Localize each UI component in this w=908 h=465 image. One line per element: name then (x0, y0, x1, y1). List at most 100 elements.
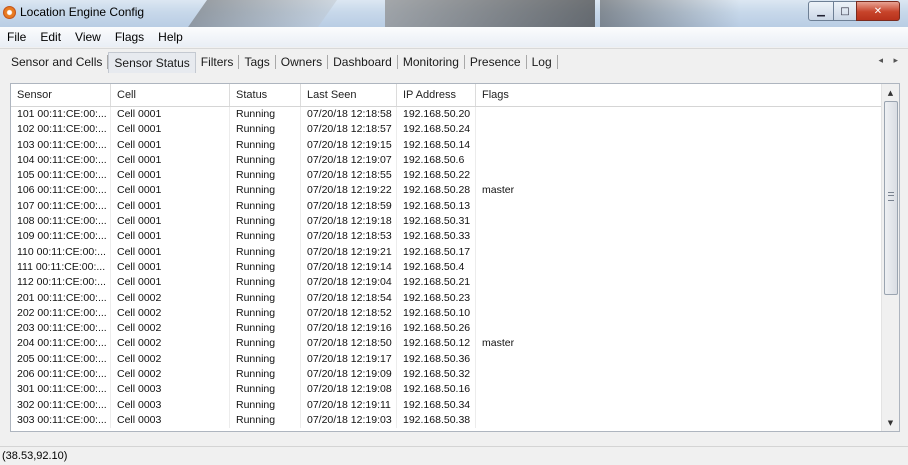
tab-monitoring[interactable]: Monitoring (398, 55, 465, 69)
cell-status: Running (230, 229, 301, 245)
cell-status: Running (230, 336, 301, 352)
cell-flags (476, 321, 881, 336)
title-bar-decoration (600, 0, 740, 27)
tab-sensor-status[interactable]: Sensor Status (108, 51, 196, 73)
table-row[interactable]: 303 00:11:CE:00:... Cell 0003 Running 07/20… (11, 412, 881, 429)
tab-scroll-arrows[interactable]: ◂ ▸ (878, 55, 902, 66)
cell-last-seen: 07/20/18 12:18:55 (301, 168, 397, 184)
cell-flags (476, 413, 881, 428)
scrollbar-thumb[interactable] (884, 101, 898, 295)
table-row[interactable]: 109 00:11:CE:00:... Cell 0001 Running 07/20… (11, 229, 881, 245)
menu-file[interactable]: File (0, 30, 33, 44)
grid-rows: 101 00:11:CE:00:... Cell 0001 Running 07/20… (11, 107, 881, 429)
cell-last-seen: 07/20/18 12:19:11 (301, 397, 397, 413)
tab-strip: Sensor and Cells Sensor Status Filters T… (0, 48, 908, 75)
cell-last-seen: 07/20/18 12:18:52 (301, 305, 397, 322)
table-row[interactable]: 110 00:11:CE:00:... Cell 0001 Running 07/20… (11, 244, 881, 260)
table-row[interactable]: 102 00:11:CE:00:... Cell 0001 Running 07/20… (11, 122, 881, 138)
table-row[interactable]: 105 00:11:CE:00:... Cell 0001 Running 07/20… (11, 168, 881, 184)
table-row[interactable]: 111 00:11:CE:00:... Cell 0001 Running 07/20… (11, 259, 881, 276)
column-header-ip-address[interactable]: IP Address (397, 84, 476, 106)
cell-flags (476, 122, 881, 137)
cell-flags (476, 214, 881, 229)
cell-cell: Cell 0002 (111, 336, 230, 352)
cell-status: Running (230, 275, 301, 291)
vertical-scrollbar[interactable]: ▲ ▼ (881, 84, 899, 431)
minimize-button[interactable]: ▁ (808, 1, 834, 21)
cell-flags (476, 153, 881, 168)
cell-status: Running (230, 168, 301, 184)
table-row[interactable]: 302 00:11:CE:00:... Cell 0003 Running 07/20… (11, 397, 881, 413)
scroll-down-button[interactable]: ▼ (882, 414, 899, 431)
menu-help[interactable]: Help (151, 30, 190, 44)
column-header-last-seen[interactable]: Last Seen (301, 84, 397, 106)
cell-ip-address: 192.168.50.12 (397, 336, 476, 352)
tab-owners[interactable]: Owners (276, 55, 329, 69)
table-row[interactable]: 106 00:11:CE:00:... Cell 0001 Running 07/20… (11, 183, 881, 199)
cell-sensor: 204 00:11:CE:00:... (11, 336, 111, 352)
menu-edit[interactable]: Edit (33, 30, 68, 44)
table-row[interactable]: 203 00:11:CE:00:... Cell 0002 Running 07/20… (11, 321, 881, 337)
cell-last-seen: 07/20/18 12:19:09 (301, 367, 397, 383)
table-row[interactable]: 104 00:11:CE:00:... Cell 0001 Running 07/20… (11, 152, 881, 169)
column-header-status[interactable]: Status (230, 84, 301, 106)
cell-sensor: 302 00:11:CE:00:... (11, 397, 111, 413)
tab-presence[interactable]: Presence (465, 55, 527, 69)
cell-sensor: 110 00:11:CE:00:... (11, 244, 111, 260)
cell-flags (476, 367, 881, 382)
cell-status: Running (230, 198, 301, 215)
cell-last-seen: 07/20/18 12:19:04 (301, 275, 397, 291)
cell-cell: Cell 0001 (111, 198, 230, 215)
tab-dashboard[interactable]: Dashboard (328, 55, 398, 69)
cell-ip-address: 192.168.50.21 (397, 275, 476, 291)
table-row[interactable]: 112 00:11:CE:00:... Cell 0001 Running 07/20… (11, 275, 881, 291)
cell-ip-address: 192.168.50.20 (397, 107, 476, 123)
cursor-coordinates: (38.53,92.10) (2, 450, 68, 462)
table-row[interactable]: 301 00:11:CE:00:... Cell 0003 Running 07/20… (11, 382, 881, 398)
cell-ip-address: 192.168.50.22 (397, 168, 476, 184)
cell-sensor: 111 00:11:CE:00:... (11, 259, 111, 276)
window-title: Location Engine Config (20, 5, 145, 19)
cell-status: Running (230, 259, 301, 276)
column-header-sensor[interactable]: Sensor (11, 84, 111, 106)
cell-status: Running (230, 137, 301, 153)
cell-flags (476, 306, 881, 321)
cell-ip-address: 192.168.50.6 (397, 152, 476, 169)
tab-tags[interactable]: Tags (239, 55, 276, 69)
cell-cell: Cell 0001 (111, 229, 230, 245)
table-row[interactable]: 107 00:11:CE:00:... Cell 0001 Running 07/20… (11, 198, 881, 215)
tab-log[interactable]: Log (527, 55, 558, 69)
table-row[interactable]: 101 00:11:CE:00:... Cell 0001 Running 07/20… (11, 107, 881, 123)
menu-flags[interactable]: Flags (108, 30, 151, 44)
arrow-up-icon: ▲ (887, 88, 894, 97)
scroll-up-button[interactable]: ▲ (882, 84, 899, 101)
cell-cell: Cell 0001 (111, 259, 230, 276)
table-row[interactable]: 108 00:11:CE:00:... Cell 0001 Running 07/20… (11, 214, 881, 230)
cell-flags (476, 168, 881, 183)
cell-status: Running (230, 412, 301, 429)
column-header-cell[interactable]: Cell (111, 84, 230, 106)
cell-last-seen: 07/20/18 12:19:22 (301, 183, 397, 199)
table-row[interactable]: 205 00:11:CE:00:... Cell 0002 Running 07/20… (11, 351, 881, 368)
cell-last-seen: 07/20/18 12:19:21 (301, 244, 397, 260)
column-header-flags[interactable]: Flags (476, 84, 881, 106)
grip-icon (888, 192, 894, 201)
cell-sensor: 203 00:11:CE:00:... (11, 321, 111, 337)
cell-ip-address: 192.168.50.33 (397, 229, 476, 245)
table-row[interactable]: 202 00:11:CE:00:... Cell 0002 Running 07/20… (11, 305, 881, 322)
tab-filters[interactable]: Filters (196, 55, 240, 69)
menu-view[interactable]: View (68, 30, 108, 44)
table-row[interactable]: 204 00:11:CE:00:... Cell 0002 Running 07/20… (11, 336, 881, 352)
cell-cell: Cell 0002 (111, 321, 230, 337)
cell-cell: Cell 0001 (111, 122, 230, 138)
table-row[interactable]: 201 00:11:CE:00:... Cell 0002 Running 07/20… (11, 290, 881, 306)
close-icon: ✕ (873, 5, 883, 17)
table-row[interactable]: 206 00:11:CE:00:... Cell 0002 Running 07/20… (11, 367, 881, 383)
table-row[interactable]: 103 00:11:CE:00:... Cell 0001 Running 07/20… (11, 137, 881, 153)
cell-ip-address: 192.168.50.36 (397, 351, 476, 368)
cell-last-seen: 07/20/18 12:18:58 (301, 107, 397, 123)
cell-ip-address: 192.168.50.28 (397, 183, 476, 199)
tab-sensor-and-cells[interactable]: Sensor and Cells (0, 55, 109, 69)
maximize-button[interactable]: □ (833, 1, 857, 21)
close-button[interactable]: ✕ (856, 1, 900, 21)
